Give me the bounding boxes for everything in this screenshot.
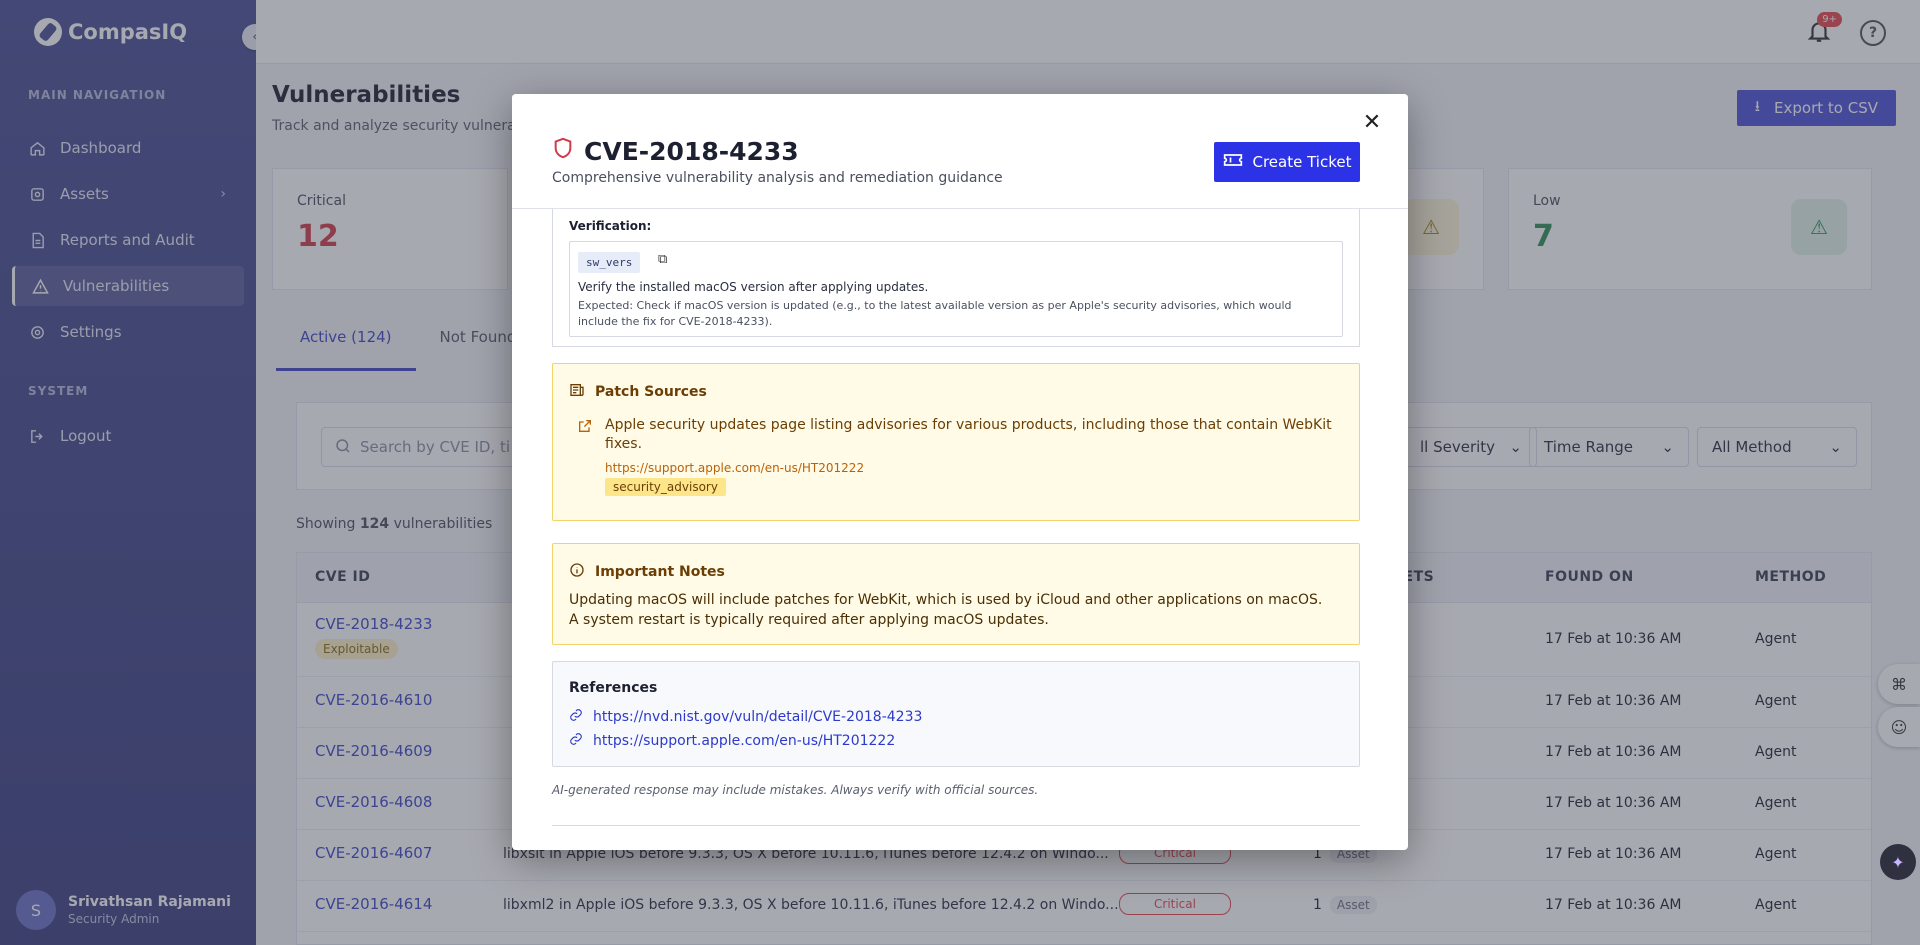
- references-section: References https://nvd.nist.gov/vuln/det…: [552, 661, 1360, 767]
- external-link-icon: [577, 418, 593, 438]
- verification-label: Verification:: [569, 219, 652, 233]
- sparkle-icon: ✦: [1891, 852, 1905, 872]
- modal-header: ✕ CVE-2018-4233 Comprehensive vulnerabil…: [512, 94, 1408, 209]
- patch-url-link[interactable]: https://support.apple.com/en-us/HT201222: [605, 461, 864, 475]
- reference-link[interactable]: https://nvd.nist.gov/vuln/detail/CVE-201…: [569, 708, 922, 726]
- modal-body: Verification: sw_vers ⧉ Verify the insta…: [512, 199, 1408, 850]
- notes-text: Updating macOS will include patches for …: [569, 592, 1323, 628]
- patch-sources-header: Patch Sources: [569, 382, 707, 402]
- modal-subtitle: Comprehensive vulnerability analysis and…: [552, 170, 1003, 186]
- create-ticket-label: Create Ticket: [1252, 153, 1352, 171]
- command-chip: sw_vers: [578, 252, 641, 273]
- patch-description: Apple security updates page listing advi…: [605, 417, 1332, 452]
- ai-assistant-button[interactable]: ✦: [1880, 844, 1916, 880]
- divider: [552, 825, 1360, 826]
- newspaper-icon: [569, 382, 585, 402]
- reference-link[interactable]: https://support.apple.com/en-us/HT201222: [569, 732, 895, 750]
- notes-header: Important Notes: [569, 562, 725, 582]
- patch-sources-section: Patch Sources Apple security updates pag…: [552, 363, 1360, 521]
- cve-details-modal: Verification: sw_vers ⧉ Verify the insta…: [512, 94, 1408, 850]
- verification-description: Verify the installed macOS version after…: [578, 280, 929, 294]
- shield-icon: [552, 136, 574, 166]
- close-icon[interactable]: ✕: [1360, 110, 1384, 135]
- reference-url: https://support.apple.com/en-us/HT201222: [593, 733, 896, 749]
- notes-title: Important Notes: [595, 564, 725, 580]
- reference-url: https://nvd.nist.gov/vuln/detail/CVE-201…: [593, 709, 923, 725]
- copy-icon[interactable]: ⧉: [658, 252, 667, 267]
- info-icon: [569, 562, 585, 582]
- cve-title: CVE-2018-4233: [584, 136, 799, 166]
- verification-step: sw_vers ⧉ Verify the installed macOS ver…: [569, 241, 1343, 337]
- verification-expected: Expected: Check if macOS version is upda…: [578, 299, 1292, 328]
- references-title: References: [569, 680, 658, 696]
- create-ticket-button[interactable]: Create Ticket: [1214, 142, 1360, 182]
- modal-title: CVE-2018-4233: [552, 136, 799, 166]
- ticket-icon: [1223, 152, 1243, 172]
- important-notes-section: Important Notes Updating macOS will incl…: [552, 543, 1360, 645]
- ai-disclaimer: AI-generated response may include mistak…: [552, 783, 1039, 797]
- patch-type-tag: security_advisory: [605, 478, 726, 496]
- link-icon: [569, 732, 583, 750]
- link-icon: [569, 708, 583, 726]
- verification-section: Verification: sw_vers ⧉ Verify the insta…: [552, 199, 1360, 347]
- patch-sources-title: Patch Sources: [595, 384, 707, 400]
